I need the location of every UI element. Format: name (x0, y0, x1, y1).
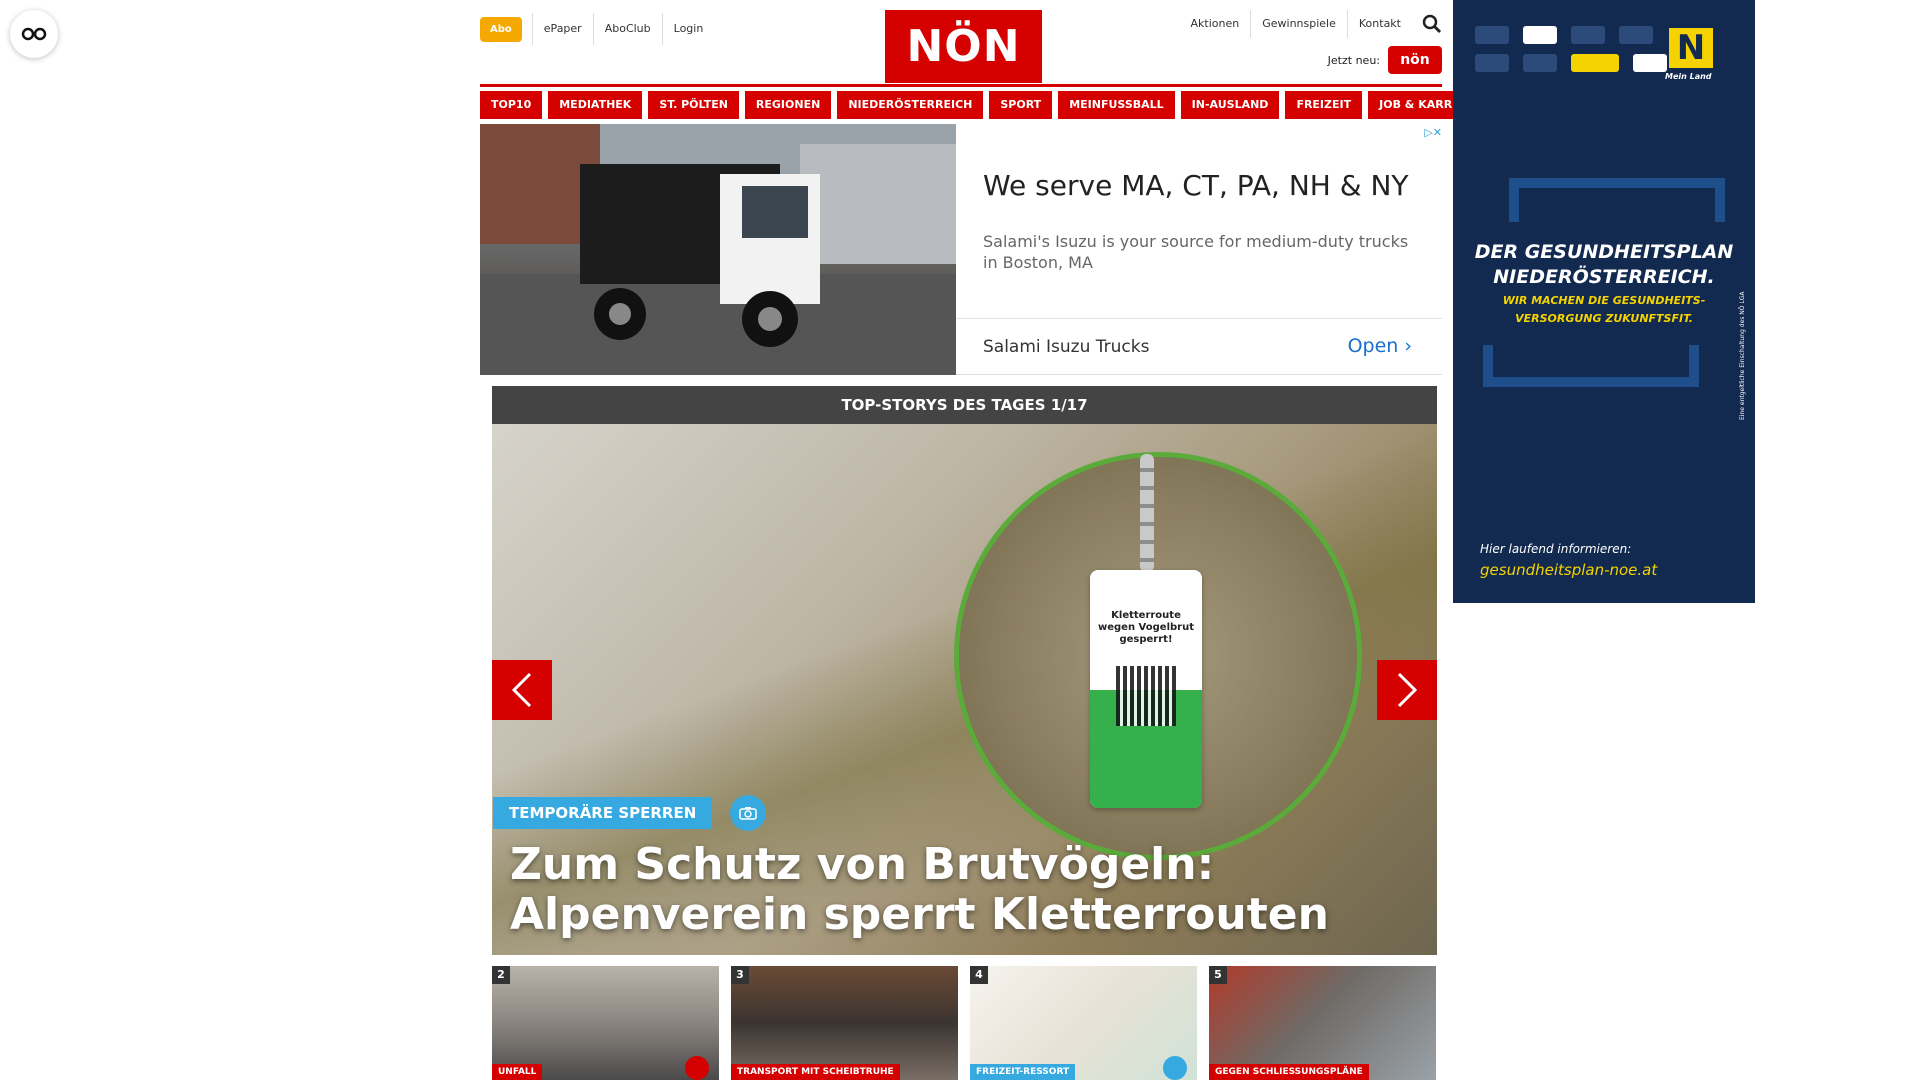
partner-logo (1475, 54, 1509, 72)
camera-icon (730, 795, 767, 831)
carousel-prev-button[interactable] (492, 660, 552, 720)
qr-code (1116, 666, 1176, 726)
ad-open-button[interactable]: Open › (1348, 335, 1412, 357)
header-right-links: Aktionen Gewinnspiele Kontakt (1180, 10, 1442, 38)
side-ad-title: DER GESUNDHEITSPLAN NIEDERÖSTERREICH. (1453, 240, 1755, 290)
gewinnspiele-link[interactable]: Gewinnspiele (1250, 10, 1347, 38)
epaper-link[interactable]: ePaper (531, 13, 593, 45)
jetzt-neu: Jetzt neu: nön (1328, 46, 1442, 74)
chevron-right-icon: › (1404, 335, 1412, 357)
hero-kicker[interactable]: TEMPORÄRE SPERREN (493, 795, 767, 831)
side-ad-subtitle: WIR MACHEN DIE GESUNDHEITS- VERSORGUNG Z… (1453, 292, 1755, 328)
carousel-next-button[interactable] (1377, 660, 1437, 720)
nav-item-niederoesterreich[interactable]: NIEDERÖSTERREICH (837, 91, 984, 119)
side-ad-title-line1: DER GESUNDHEITSPLAN (1474, 241, 1734, 263)
jetzt-neu-badge[interactable]: nön (1388, 46, 1442, 74)
nav-item-mediathek[interactable]: MEDIATHEK (548, 91, 643, 119)
login-link[interactable]: Login (661, 13, 715, 45)
hero-title[interactable]: Zum Schutz von Brutvögeln: Alpenverein s… (510, 840, 1410, 940)
thumb-tag[interactable]: TRANSPORT MIT SCHEIBTRUHE (731, 1064, 900, 1080)
nav-item-sport[interactable]: SPORT (989, 91, 1053, 119)
top-stories-header: TOP-STORYS DES TAGES 1/17 (492, 386, 1437, 424)
story-thumb[interactable]: 4 FREIZEIT-RESSORT (970, 966, 1197, 1080)
ad-brand: Salami Isuzu Trucks (983, 337, 1150, 357)
story-thumbnails: 2 UNFALL 3 TRANSPORT MIT SCHEIBTRUHE 4 F… (492, 966, 1437, 1080)
partner-logo (1523, 54, 1557, 72)
nav-item-regionen[interactable]: REGIONEN (744, 91, 832, 119)
thumb-number: 3 (731, 966, 749, 984)
ad-headline[interactable]: We serve MA, CT, PA, NH & NY (983, 169, 1409, 202)
jetzt-neu-label: Jetzt neu: (1327, 53, 1380, 67)
mein-land-label: Mein Land (1665, 72, 1712, 81)
truck-illustration (480, 124, 956, 375)
side-ad-sub-line1: WIR MACHEN DIE GESUNDHEITS- (1502, 294, 1706, 307)
side-ad-info: Hier laufend informieren: (1480, 542, 1632, 556)
side-ad-url[interactable]: gesundheitsplan-noe.at (1480, 561, 1657, 579)
nav-item-top10[interactable]: TOP10 (480, 91, 543, 119)
thumb-number: 4 (970, 966, 988, 984)
ad-description: Salami's Isuzu is your source for medium… (983, 232, 1409, 272)
thumb-tag[interactable]: FREIZEIT-RESSORT (970, 1064, 1076, 1080)
nav-item-st-poelten[interactable]: ST. PÖLTEN (648, 91, 739, 119)
chain-graphic (1140, 454, 1154, 572)
frame-graphic (1483, 345, 1699, 387)
frame-graphic (1509, 178, 1725, 222)
thumb-tag[interactable]: UNFALL (492, 1064, 543, 1080)
story-thumb[interactable]: 5 GEGEN SCHLIESSUNGSPLÄNE (1209, 966, 1436, 1080)
chevron-right-icon (1397, 672, 1418, 708)
side-ad-title-line2: NIEDERÖSTERREICH. (1493, 266, 1715, 288)
search-icon[interactable] (1422, 14, 1442, 34)
partner-logo (1619, 26, 1653, 44)
header-left-links: Abo ePaper AboClub Login (480, 13, 714, 45)
glasses-icon (21, 27, 47, 41)
nav-item-in-ausland[interactable]: IN-AUSLAND (1180, 91, 1280, 119)
partner-logo (1571, 26, 1605, 44)
thumb-number: 5 (1209, 966, 1227, 984)
nav-divider (480, 84, 1442, 87)
ad-truck-image[interactable] (480, 124, 956, 375)
side-ad-disclaimer: Eine entgeltliche Einschaltung des NÖ LG… (1739, 291, 1746, 420)
nav-item-freizeit[interactable]: FREIZEIT (1285, 91, 1363, 119)
partner-logo (1633, 54, 1667, 72)
closure-sign: Kletterroute wegen Vogelbrut gesperrt! (1090, 570, 1202, 808)
notruf-logo (1571, 54, 1619, 72)
ad-open-label: Open (1347, 335, 1399, 357)
kontakt-link[interactable]: Kontakt (1346, 10, 1412, 38)
thumb-number: 2 (492, 966, 510, 984)
chevron-left-icon (511, 672, 532, 708)
story-thumb[interactable]: 3 TRANSPORT MIT SCHEIBTRUHE (731, 966, 958, 1080)
nav-item-meinfussball[interactable]: MEINFUSSBALL (1058, 91, 1175, 119)
reader-mode-button[interactable] (10, 10, 58, 58)
camera-icon (685, 1056, 709, 1080)
main-nav: TOP10 MEDIATHEK ST. PÖLTEN REGIONEN NIED… (480, 91, 1491, 119)
side-ad-sub-line2: VERSORGUNG ZUKUNFTSFIT. (1515, 312, 1693, 325)
camera-icon (1163, 1056, 1187, 1080)
aboclub-link[interactable]: AboClub (592, 13, 662, 45)
ad-choices-icon[interactable]: ▷✕ (1424, 126, 1442, 139)
site-header: Abo ePaper AboClub Login NÖN Aktionen Ge… (480, 0, 1442, 84)
side-ad[interactable]: N Mein Land DER GESUNDHEITSPLAN NIEDERÖS… (1453, 0, 1755, 603)
red-cross-logo (1523, 26, 1557, 44)
thumb-tag[interactable]: GEGEN SCHLIESSUNGSPLÄNE (1209, 1064, 1369, 1080)
hero-kicker-label[interactable]: TEMPORÄRE SPERREN (493, 797, 713, 829)
story-thumb[interactable]: 2 UNFALL (492, 966, 719, 1080)
closure-sign-text: Kletterroute wegen Vogelbrut gesperrt! (1098, 610, 1194, 645)
partner-logo (1475, 26, 1509, 44)
ad-footer[interactable]: Salami Isuzu Trucks Open › (956, 318, 1442, 375)
site-logo[interactable]: NÖN (885, 10, 1042, 83)
noe-logo: N (1669, 28, 1713, 68)
aktionen-link[interactable]: Aktionen (1180, 10, 1251, 38)
display-ad[interactable]: ▷✕ We serve MA, CT, PA, NH & NY Salami's… (480, 124, 1442, 375)
abo-button[interactable]: Abo (480, 16, 522, 42)
